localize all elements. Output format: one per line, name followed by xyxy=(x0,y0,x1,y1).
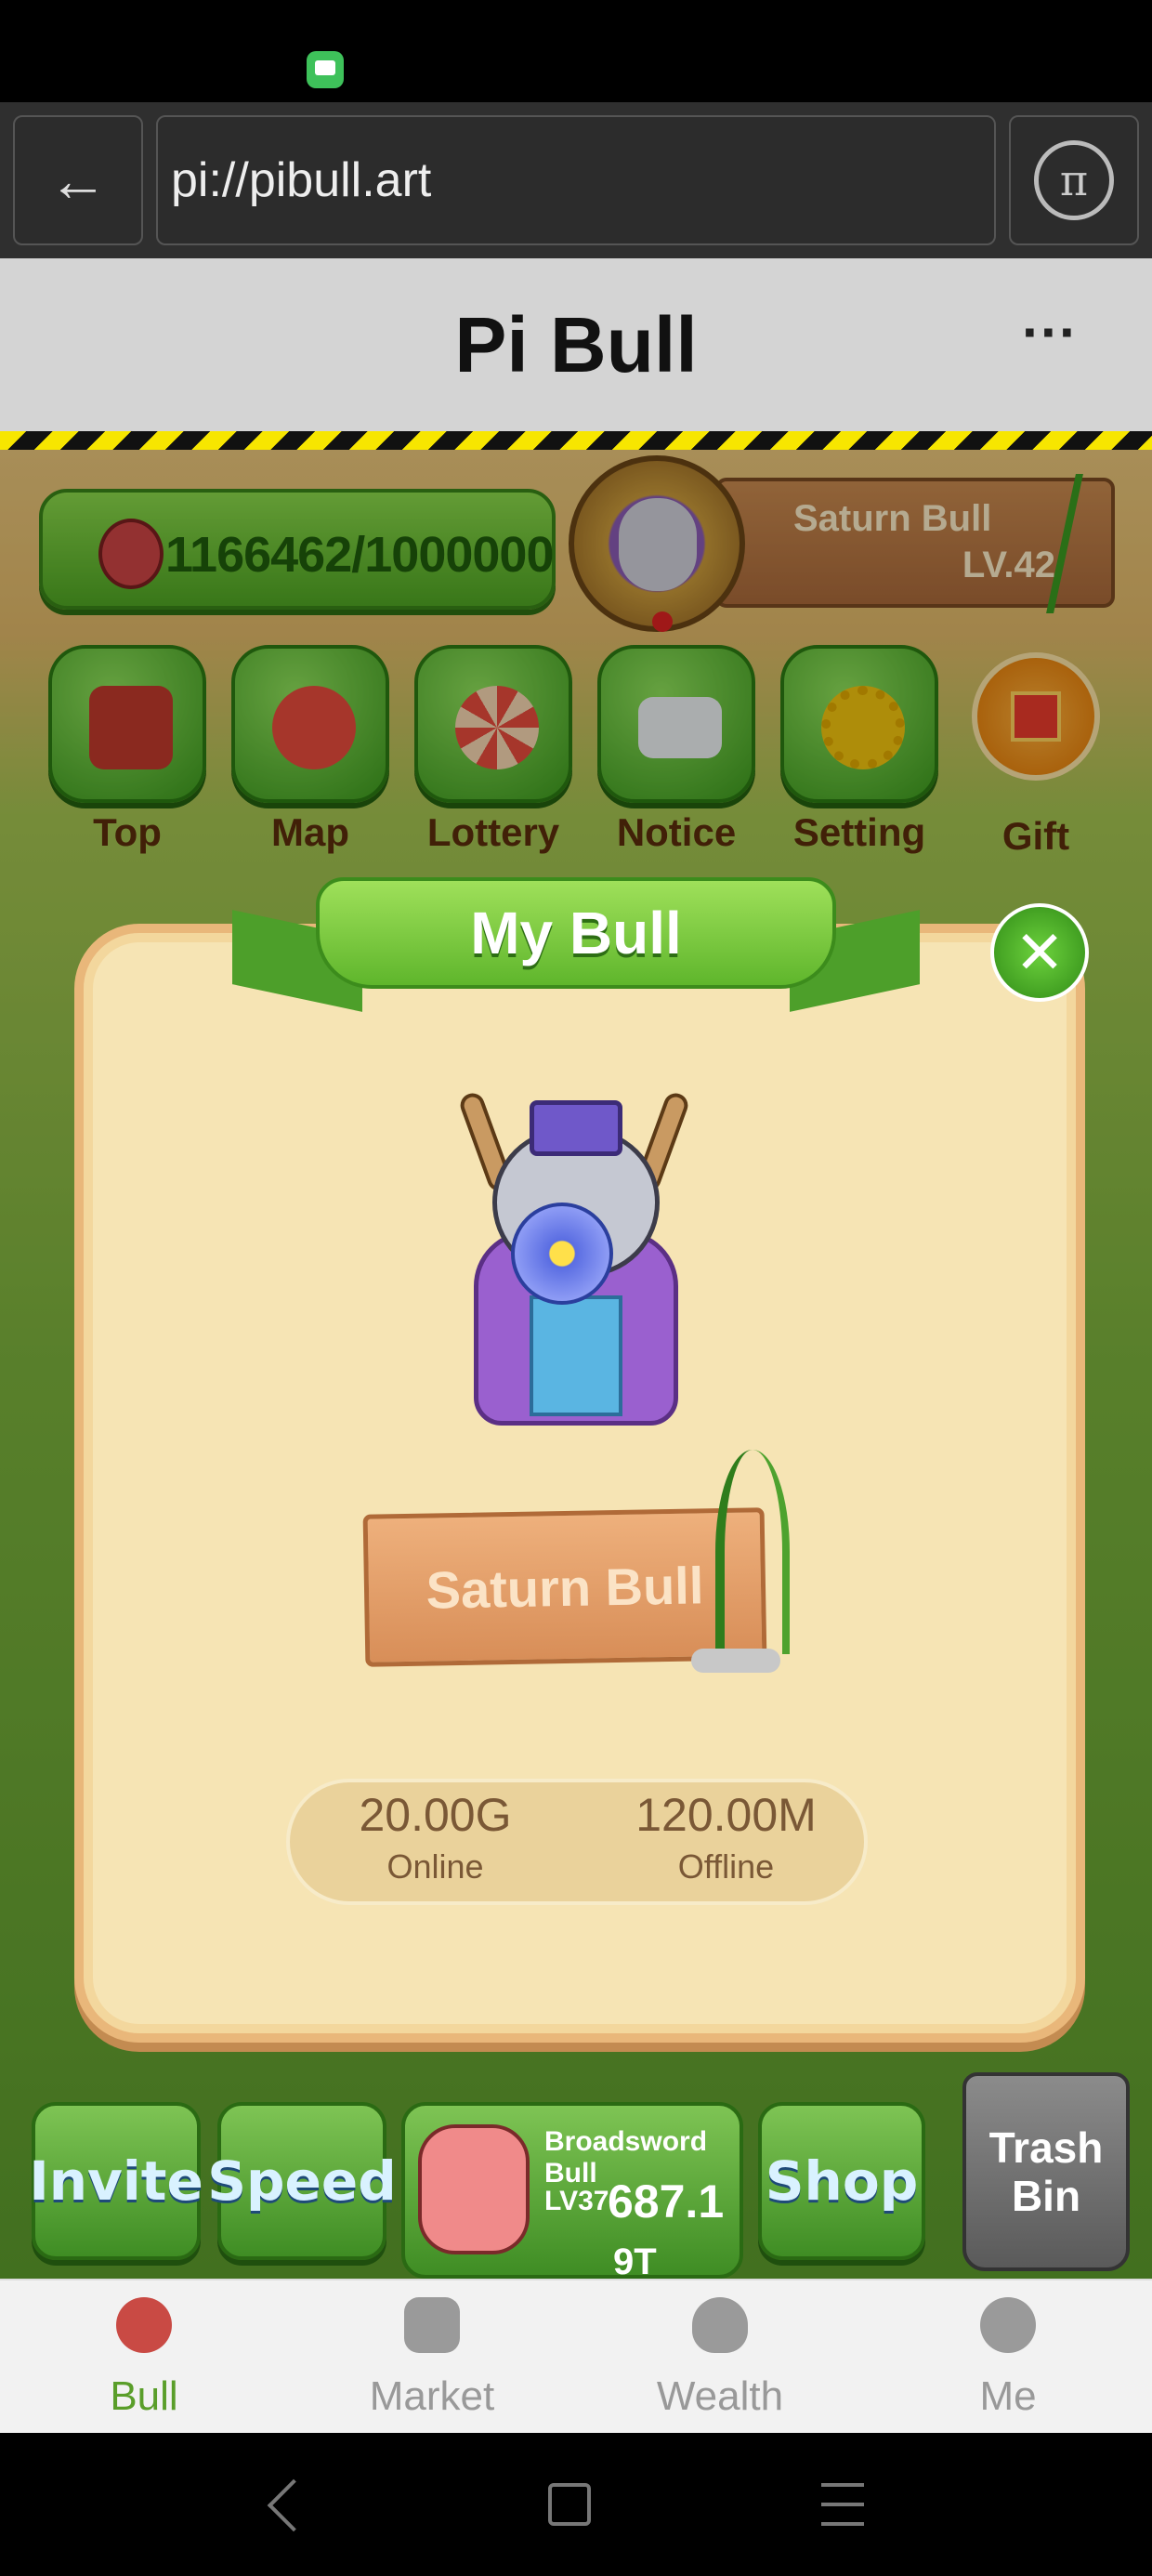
online-label: Online xyxy=(386,1847,484,1886)
online-value: 20.00G xyxy=(359,1789,512,1841)
offline-value: 120.00M xyxy=(635,1789,817,1841)
close-button[interactable]: ✕ xyxy=(990,903,1089,1002)
hazard-stripe xyxy=(0,431,1152,450)
offline-label: Offline xyxy=(677,1847,775,1886)
store-icon xyxy=(404,2297,460,2353)
back-button[interactable]: ← xyxy=(13,115,143,245)
status-bar xyxy=(0,0,1152,102)
bull-belt xyxy=(530,1295,622,1416)
modal-bull-name: Saturn Bull xyxy=(425,1555,704,1620)
nav-item-market[interactable]: Market xyxy=(288,2280,576,2435)
nav-label-bull: Bull xyxy=(110,2373,178,2419)
nav-item-wealth[interactable]: Wealth xyxy=(576,2280,864,2435)
bottom-nav: Bull Market Wealth Me xyxy=(0,2279,1152,2433)
stones-icon xyxy=(691,1649,780,1673)
bull-card-level: LV37 xyxy=(544,2186,609,2216)
bull-hat xyxy=(530,1100,622,1156)
nav-label-market: Market xyxy=(369,2373,495,2419)
nav-item-me[interactable]: Me xyxy=(864,2280,1152,2435)
broadsword-bull-icon xyxy=(418,2124,530,2254)
offline-stat: 120.00M Offline xyxy=(581,1788,871,1886)
smiley-icon xyxy=(980,2297,1036,2353)
saturn-bull-image xyxy=(455,1089,697,1444)
online-stat: 20.00G Online xyxy=(290,1788,581,1886)
invite-button[interactable]: Invite xyxy=(29,2102,203,2260)
system-nav-bar xyxy=(0,2433,1152,2576)
shop-button[interactable]: Shop xyxy=(758,2102,925,2260)
system-back-icon[interactable] xyxy=(271,2483,314,2526)
nav-item-bull[interactable]: Bull xyxy=(0,2280,288,2435)
buy-bull-button[interactable]: Broadsword Bull LV37 687.1 9T xyxy=(401,2102,743,2279)
url-field[interactable]: pi://pibull.art xyxy=(156,115,996,245)
pi-browser-button[interactable]: π xyxy=(1009,115,1139,245)
trash-bin-button[interactable]: Trash Bin xyxy=(962,2072,1130,2271)
fan-icon xyxy=(511,1203,613,1305)
nav-label-wealth: Wealth xyxy=(656,2373,784,2419)
speed-button[interactable]: Speed xyxy=(207,2102,397,2260)
bull-card-price: 687.1 xyxy=(608,2175,725,2228)
bull-name-sign: Saturn Bull xyxy=(362,1507,767,1667)
chat-app-icon xyxy=(307,51,344,88)
money-bag-icon xyxy=(692,2297,748,2353)
modal-title-ribbon: My Bull xyxy=(232,868,920,1012)
url-text: pi://pibull.art xyxy=(171,153,432,207)
browser-bar: ← pi://pibull.art π xyxy=(0,102,1152,258)
system-menu-icon[interactable] xyxy=(821,2483,864,2526)
nav-label-me: Me xyxy=(979,2373,1037,2419)
bull-card-price-unit: 9T xyxy=(613,2241,657,2279)
page-title: Pi Bull xyxy=(454,300,698,388)
arrow-left-icon: ← xyxy=(48,147,108,214)
earnings-stats: 20.00G Online 120.00M Offline xyxy=(286,1779,868,1905)
modal-title: My Bull xyxy=(316,877,836,989)
grass-icon xyxy=(715,1450,790,1654)
app-header: Pi Bull ··· xyxy=(0,258,1152,431)
close-icon: ✕ xyxy=(1015,918,1065,986)
trash-bin-label-line2: Bin xyxy=(1011,2172,1081,2220)
more-options-icon[interactable]: ··· xyxy=(1013,305,1087,370)
trash-bin-label-line1: Trash xyxy=(988,2123,1104,2172)
bull-icon xyxy=(116,2297,172,2353)
system-home-icon[interactable] xyxy=(548,2483,591,2526)
pi-logo-icon: π xyxy=(1034,140,1114,220)
